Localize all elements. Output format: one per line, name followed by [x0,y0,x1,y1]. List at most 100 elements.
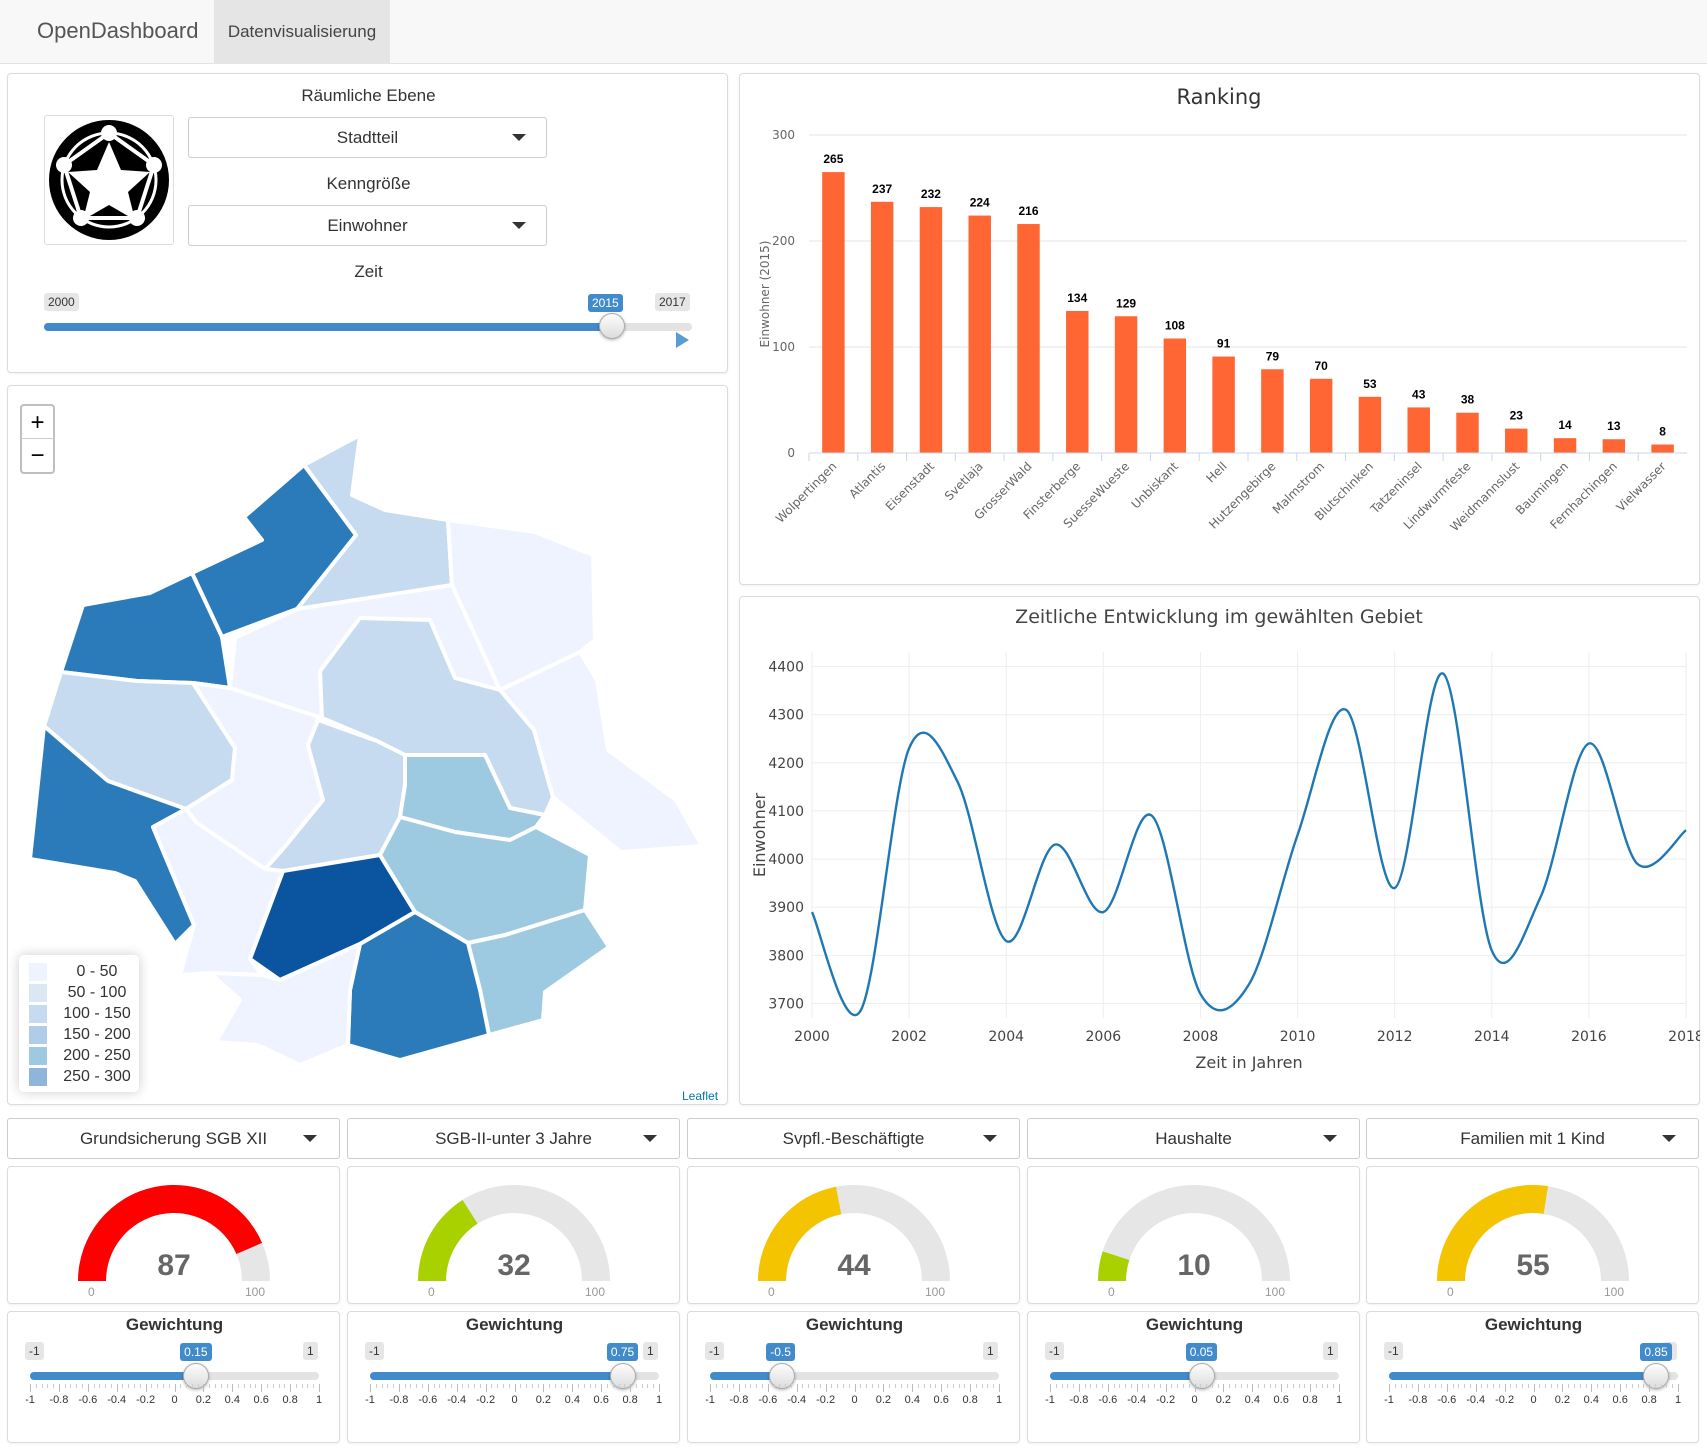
minor-tick [618,1384,620,1388]
category-label: Vielwasser [1614,459,1669,514]
spatial-level-label: Räumliche Ebene [301,86,436,105]
minor-tick [981,1384,983,1388]
time-slider-handle[interactable] [599,313,625,339]
minor-tick [1333,1384,1335,1388]
weight-tick-label: -1 [25,1394,35,1406]
major-tick [1475,1384,1477,1392]
minor-tick [1206,1384,1208,1388]
weight-slider-handle[interactable] [609,1363,636,1389]
minor-tick [180,1384,182,1388]
weight-slider-fill [30,1372,197,1380]
minor-tick [1142,1384,1144,1388]
data-label: 13 [1607,419,1621,433]
x-tick-label: 2004 [988,1029,1024,1045]
weight-panel: Gewichtung -1 1 0.85 -1 -0.8 -0.6 -0.4 -0.2 0 0.2 0… [1366,1311,1699,1443]
zoom-in-button[interactable]: + [20,404,55,439]
series-line [810,672,1687,1016]
timeline-line-chart: Zeitliche Entwicklung im gewählten Gebie… [750,606,1700,1072]
weight-max-label: 1 [303,1342,318,1360]
x-tick-label: 2010 [1280,1029,1316,1045]
minor-tick [837,1384,839,1388]
indicator-select[interactable]: Grundsicherung SGB XII [7,1118,340,1159]
major-tick [203,1384,205,1392]
brand[interactable]: OpenDashboard [37,18,198,44]
weight-panel: Gewichtung -1 1 0.05 -1 -0.8 -0.6 -0.4 -0.2 0 0.2 0… [1027,1311,1360,1443]
spatial-level-select[interactable]: Stadtteil [188,117,547,158]
minor-tick [526,1384,528,1388]
bar [1163,338,1187,453]
legend-label: 150 - 200 [63,1026,131,1043]
minor-tick [1423,1384,1425,1388]
weight-value-label: 0.05 [1185,1343,1218,1361]
indicator-select[interactable]: Familien mit 1 Kind [1366,1118,1699,1159]
minor-tick [1412,1384,1414,1388]
weight-slider-handle[interactable] [1643,1363,1670,1389]
tab-datenvisualisierung[interactable]: Datenvisualisierung [214,0,390,64]
minor-tick [209,1384,211,1388]
minor-tick [1292,1384,1294,1388]
weight-tick-label: 0.2 [1215,1394,1232,1406]
weight-tick-label: -0.2 [476,1394,496,1406]
minor-tick [1521,1384,1523,1388]
minor-tick [750,1384,752,1388]
minor-tick [929,1384,931,1388]
minor-tick [1269,1384,1271,1388]
minor-tick [162,1384,164,1388]
major-tick [854,1384,856,1392]
y-tick-label: 3900 [768,900,804,916]
minor-tick [1240,1384,1242,1388]
y-tick-label: 300 [772,128,795,142]
minor-tick [1061,1384,1063,1388]
major-tick [601,1384,603,1392]
indicator-select[interactable]: Svpfl.-Beschäftigte [687,1118,1020,1159]
major-tick [485,1384,487,1392]
y-tick-label: 4300 [768,708,804,724]
indicator-select-value: SGB-II-unter 3 Jahre [435,1129,592,1148]
major-tick [912,1384,914,1392]
gauge-panel: 32 0 100 [347,1166,680,1304]
indicator-select-value: Familien mit 1 Kind [1460,1129,1605,1148]
indicator-select[interactable]: Haushalte [1027,1118,1360,1159]
weight-tick-label: -0.6 [1098,1394,1118,1406]
minor-tick [82,1384,84,1388]
chart-title: Zeitliche Entwicklung im gewählten Gebie… [1015,606,1423,628]
weight-slider-handle[interactable] [183,1363,210,1389]
weight-tick-label: -0.6 [1437,1394,1457,1406]
weight-value-label: 0.15 [180,1343,212,1361]
minor-tick [583,1384,585,1388]
minor-tick [566,1384,568,1388]
indicator-select[interactable]: SGB-II-unter 3 Jahre [347,1118,680,1159]
leaflet-attribution[interactable]: Leaflet [682,1089,718,1103]
minor-tick [157,1384,159,1388]
weight-tick-label: -0.8 [729,1394,749,1406]
play-icon[interactable] [676,332,690,348]
minor-tick [1614,1384,1616,1388]
minor-tick [606,1384,608,1388]
major-tick [1281,1384,1283,1392]
minor-tick [381,1384,383,1388]
major-tick [659,1384,660,1392]
minor-tick [220,1384,222,1388]
minor-tick [197,1384,199,1388]
weight-max-label: 1 [983,1342,998,1360]
metric-value: Einwohner [327,216,408,235]
weight-tick-label: -1 [705,1394,715,1406]
metric-label: Kenngröße [326,174,411,193]
chevron-down-icon [512,222,526,229]
bar [1066,310,1089,453]
legend-swatch [29,1026,47,1044]
major-tick [710,1384,711,1392]
gauge-max-label: 100 [925,1285,946,1299]
metric-select[interactable]: Einwohner [188,205,547,246]
zoom-out-button[interactable]: − [20,439,55,474]
data-label: 14 [1558,418,1572,432]
minor-tick [1177,1384,1179,1388]
weight-tick-label: 0.8 [282,1394,298,1406]
weight-slider-handle[interactable] [1188,1363,1215,1389]
data-label: 265 [823,152,843,166]
weight-title: Gewichtung [1484,1315,1583,1334]
minor-tick [110,1384,112,1388]
chevron-down-icon [1323,1135,1337,1142]
minor-tick [1275,1384,1277,1388]
minor-tick [1464,1384,1466,1388]
